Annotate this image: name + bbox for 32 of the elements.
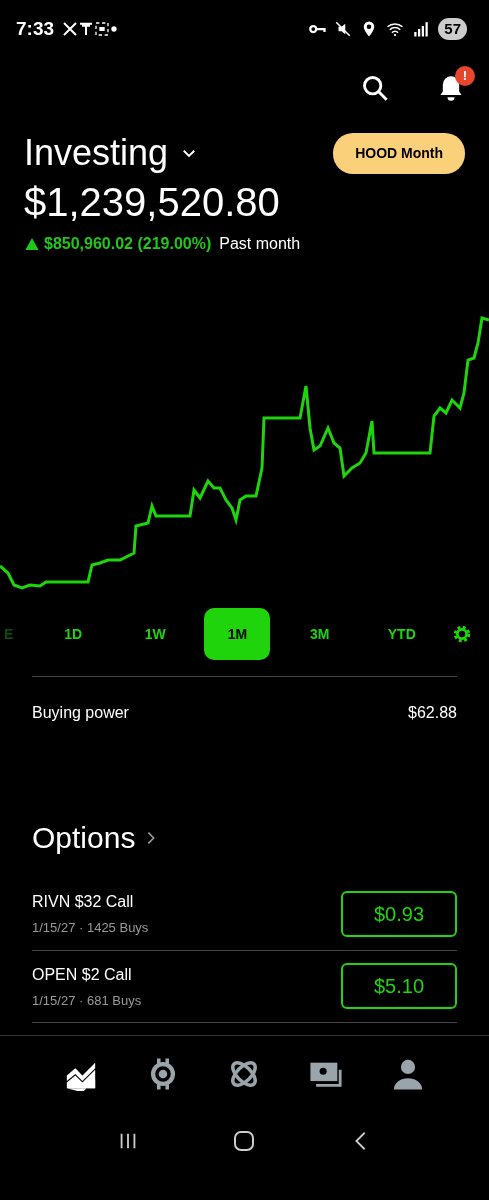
option-details: 1/15/27 · 1425 Buys xyxy=(32,919,149,937)
promo-button[interactable]: HOOD Month xyxy=(333,132,465,174)
account-title[interactable]: Investing xyxy=(24,126,169,180)
buying-power-label: Buying power xyxy=(32,703,129,723)
home-icon[interactable] xyxy=(232,1129,257,1153)
change-amount: $850,960.02 (219.00%) xyxy=(44,234,212,254)
battery-level: 57 xyxy=(438,17,467,41)
portfolio-value: $1,239,520.80 xyxy=(24,180,281,224)
price-button[interactable]: $5.10 xyxy=(341,963,457,1010)
option-details: 1/15/27 · 681 Buys xyxy=(32,991,142,1010)
range-tab[interactable]: 1D xyxy=(40,608,107,660)
range-tab[interactable]: 1W xyxy=(122,608,189,660)
search-icon[interactable] xyxy=(361,74,389,102)
section-title[interactable]: Options xyxy=(32,815,136,860)
range-tab[interactable]: YTD xyxy=(368,608,435,660)
mute-icon xyxy=(334,20,353,38)
dot-icon xyxy=(110,25,119,33)
option-name: OPEN $2 Call xyxy=(32,964,133,985)
wifi-icon xyxy=(386,20,405,38)
period-label: Past month xyxy=(219,234,301,254)
buying-power-value: $62.88 xyxy=(408,703,457,723)
t-logo-icon xyxy=(78,21,95,37)
range-tab[interactable]: 3M xyxy=(286,608,353,660)
option-name: RIVN $32 Call xyxy=(32,892,135,912)
screenshot-icon xyxy=(94,21,111,37)
price-button[interactable]: $0.93 xyxy=(341,890,457,937)
up-triangle-icon xyxy=(24,236,40,252)
notification-badge: ! xyxy=(455,66,475,86)
clock-time: 7:33 xyxy=(16,16,55,41)
signal-icon xyxy=(412,20,431,38)
range-tab[interactable]: 1M xyxy=(204,608,271,660)
x-icon xyxy=(62,21,79,37)
